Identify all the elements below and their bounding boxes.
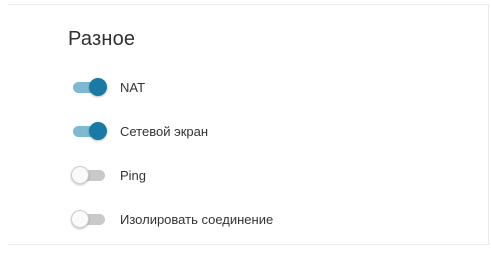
toggle-thumb — [89, 78, 107, 96]
section-title: Разное — [68, 28, 136, 50]
misc-settings-panel: Разное NAT Сетевой экран Ping Изолироват… — [0, 0, 491, 255]
ping-toggle-switch[interactable] — [71, 165, 107, 185]
nat-toggle-switch[interactable] — [71, 77, 107, 97]
panel-border-top — [8, 4, 490, 5]
toggle-thumb — [71, 166, 89, 184]
panel-border-right — [488, 4, 489, 244]
isolate-connection-label: Изолировать соединение — [120, 211, 274, 227]
panel-border-bottom — [8, 244, 490, 245]
firewall-label: Сетевой экран — [120, 123, 209, 139]
isolate-connection-toggle-switch[interactable] — [71, 209, 107, 229]
toggle-row-isolate-connection[interactable]: Изолировать соединение — [71, 209, 273, 229]
toggle-row-ping[interactable]: Ping — [71, 165, 146, 185]
nat-label: NAT — [120, 79, 146, 95]
ping-label: Ping — [120, 167, 147, 183]
toggle-row-nat[interactable]: NAT — [71, 77, 145, 97]
firewall-toggle-switch[interactable] — [71, 121, 107, 141]
toggle-thumb — [89, 122, 107, 140]
toggle-row-firewall[interactable]: Сетевой экран — [71, 121, 208, 141]
toggle-thumb — [71, 210, 89, 228]
